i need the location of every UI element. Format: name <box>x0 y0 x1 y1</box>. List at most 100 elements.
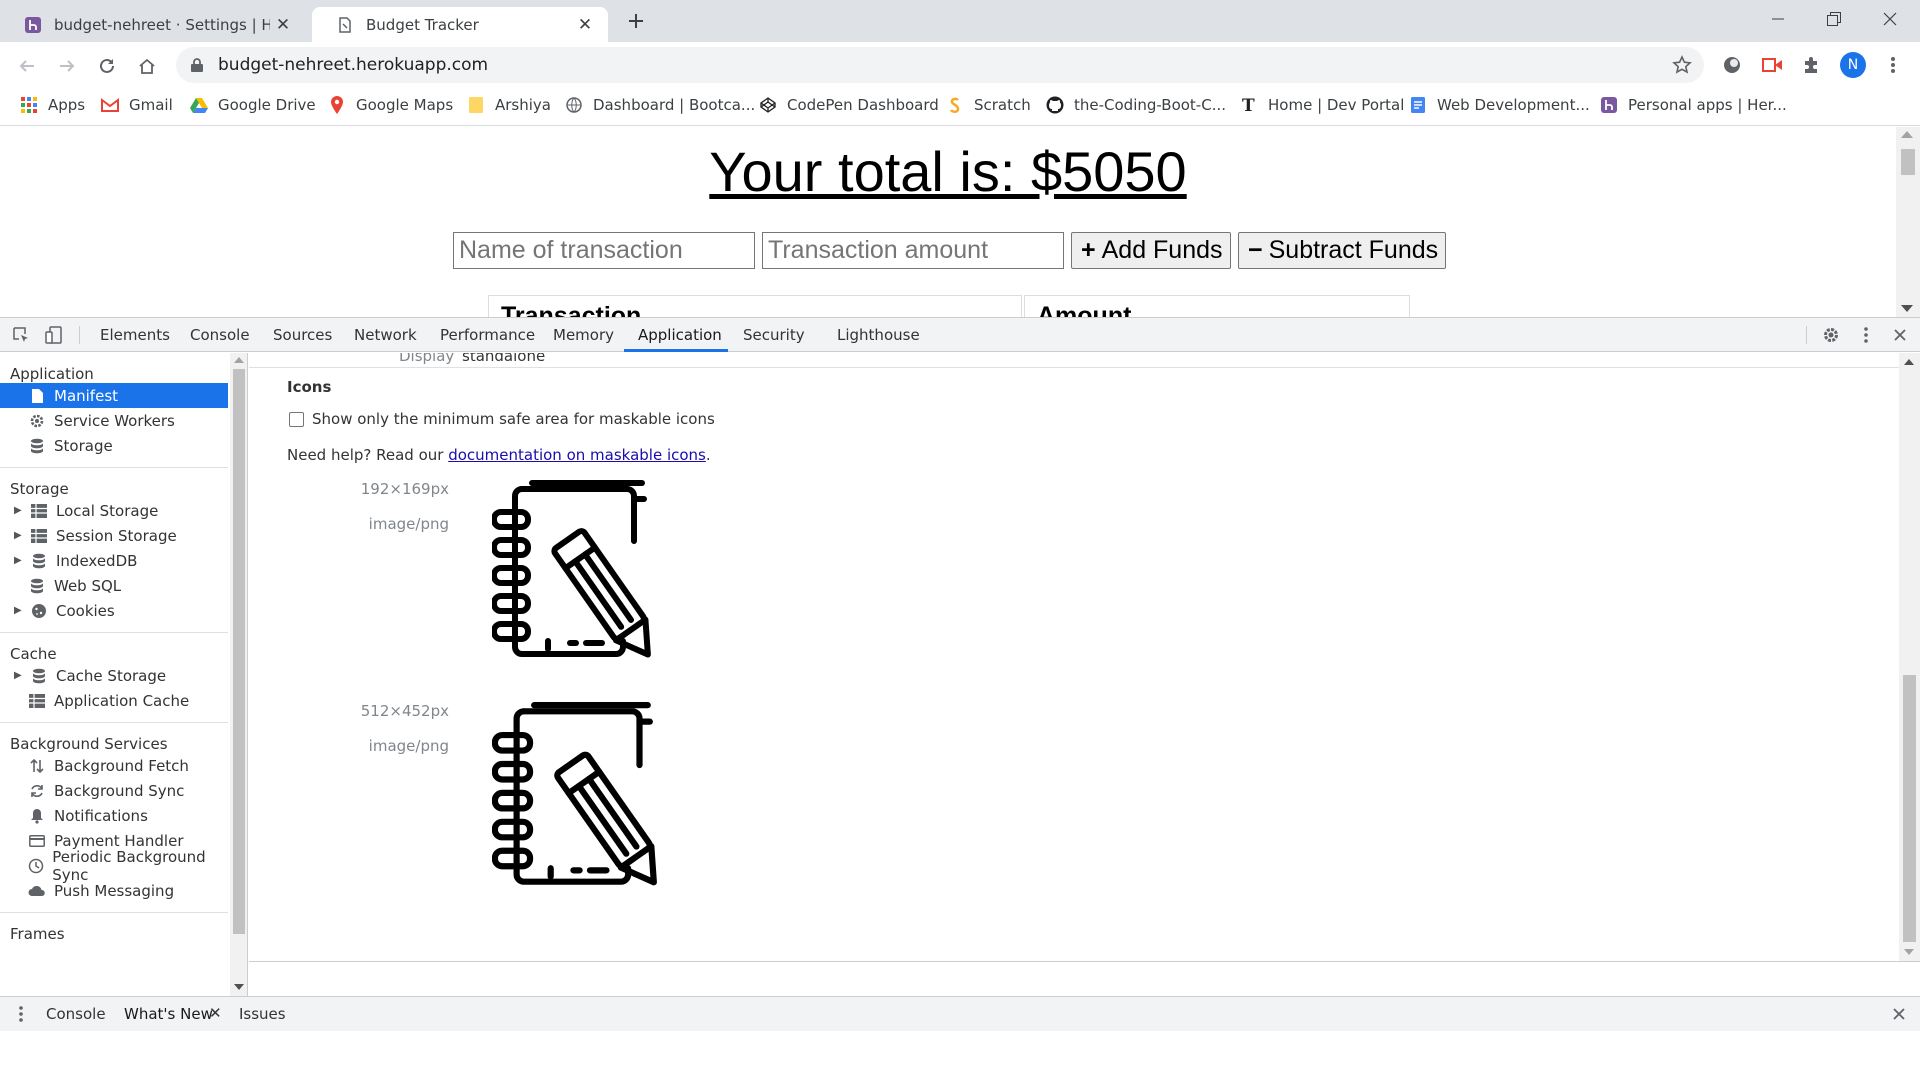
scroll-up-arrow[interactable] <box>1904 359 1914 365</box>
sidebar-item-label: Web SQL <box>54 576 122 595</box>
bookmark-scratch[interactable]: Scratch <box>946 88 1031 122</box>
manifest-scroll-thumb[interactable] <box>1903 675 1916 942</box>
back-button[interactable] <box>12 51 42 81</box>
sidebar-item-cache-storage[interactable]: ▶ Cache Storage <box>0 663 228 688</box>
transaction-name-input[interactable]: Name of transaction <box>453 232 755 269</box>
drawer-tab-whats-new[interactable]: What's New <box>124 997 213 1031</box>
bookmark-dashboard-bootcamp[interactable]: Dashboard | Bootca... <box>565 88 755 122</box>
devtools-menu-icon[interactable] <box>1855 324 1877 346</box>
inspect-element-icon[interactable] <box>10 324 32 346</box>
bookmark-web-development[interactable]: Web Development... <box>1409 88 1590 122</box>
tab-sources[interactable]: Sources <box>273 318 332 352</box>
sidebar-item-push-messaging[interactable]: Push Messaging <box>0 878 228 903</box>
extension-circle-icon[interactable] <box>1719 52 1745 78</box>
scroll-down-arrow[interactable] <box>1901 305 1913 312</box>
subtract-funds-button[interactable]: − Subtract Funds <box>1238 232 1446 269</box>
close-drawer-tab-icon[interactable]: ✕ <box>209 1004 222 1022</box>
close-drawer-icon[interactable] <box>1892 1007 1906 1021</box>
sidebar-item-periodic-background-sync[interactable]: Periodic Background Sync <box>0 848 228 884</box>
manifest-scrollbar[interactable] <box>1899 353 1920 961</box>
devtools-settings-icon[interactable] <box>1820 324 1842 346</box>
tab-console[interactable]: Console <box>190 318 250 352</box>
browser-menu-icon[interactable] <box>1880 52 1906 78</box>
sidebar-item-session-storage[interactable]: ▶ Session Storage <box>0 523 228 548</box>
maskable-docs-link[interactable]: documentation on maskable icons <box>448 446 706 464</box>
drawer-tab-console[interactable]: Console <box>46 997 106 1031</box>
page-scroll-thumb[interactable] <box>1901 149 1915 175</box>
expand-arrow-icon[interactable]: ▶ <box>14 555 28 566</box>
restore-window-button[interactable] <box>1806 0 1862 38</box>
close-tab-icon[interactable]: ✕ <box>572 12 598 38</box>
sidebar-item-manifest[interactable]: Manifest <box>0 383 228 408</box>
sidebar-item-notifications[interactable]: Notifications <box>0 803 228 828</box>
extension-screencast-icon[interactable] <box>1759 52 1785 78</box>
transaction-amount-input[interactable]: Transaction amount <box>762 232 1064 269</box>
database-icon <box>28 577 46 595</box>
bookmark-arshiya[interactable]: Arshiya <box>467 88 551 122</box>
section-divider <box>0 467 228 468</box>
database-icon <box>28 437 46 455</box>
bookmark-codepen[interactable]: CodePen Dashboard <box>759 88 939 122</box>
page-scrollbar[interactable] <box>1896 127 1920 317</box>
tab-elements[interactable]: Elements <box>100 318 170 352</box>
tab-performance[interactable]: Performance <box>440 318 535 352</box>
tab-application[interactable]: Application <box>638 318 722 352</box>
close-devtools-icon[interactable] <box>1889 324 1911 346</box>
drawer-tab-issues[interactable]: Issues <box>239 997 286 1031</box>
bookmark-star-icon[interactable] <box>1672 55 1692 75</box>
profile-avatar[interactable]: N <box>1840 52 1866 78</box>
scroll-down-arrow[interactable] <box>234 984 244 990</box>
section-divider <box>0 722 228 723</box>
bookmark-gmail[interactable]: Gmail <box>101 88 173 122</box>
add-funds-button[interactable]: + Add Funds <box>1071 232 1231 269</box>
sidebar-item-background-fetch[interactable]: Background Fetch <box>0 753 228 778</box>
expand-arrow-icon[interactable]: ▶ <box>14 505 28 516</box>
close-window-button[interactable] <box>1862 0 1918 38</box>
forward-button[interactable] <box>52 51 82 81</box>
bookmark-personal-apps[interactable]: Personal apps | Her... <box>1600 88 1787 122</box>
reload-button[interactable] <box>92 51 122 81</box>
new-tab-button[interactable] <box>622 7 650 35</box>
url-text: budget-nehreet.herokuapp.com <box>218 55 489 75</box>
sidebar-item-application-cache[interactable]: Application Cache <box>0 688 228 713</box>
minimize-window-button[interactable] <box>1750 0 1806 38</box>
maskable-checkbox-row[interactable]: Show only the minimum safe area for mask… <box>289 410 715 428</box>
sidebar-item-web-sql[interactable]: Web SQL <box>0 573 228 598</box>
sidebar-scroll-thumb[interactable] <box>233 369 245 934</box>
scroll-down-arrow[interactable] <box>1904 949 1914 955</box>
bookmark-google-maps[interactable]: Google Maps <box>328 88 453 122</box>
tab-security[interactable]: Security <box>743 318 805 352</box>
expand-arrow-icon[interactable]: ▶ <box>14 670 28 681</box>
bookmark-dev-portal[interactable]: T Home | Dev Portal <box>1240 88 1404 122</box>
maskable-checkbox[interactable] <box>289 411 304 427</box>
tab-network[interactable]: Network <box>354 318 417 352</box>
scroll-up-arrow[interactable] <box>234 357 244 363</box>
expand-arrow-icon[interactable]: ▶ <box>14 530 28 541</box>
bookmark-coding-bootcamp[interactable]: the-Coding-Boot-C... <box>1046 88 1226 122</box>
address-bar[interactable]: budget-nehreet.herokuapp.com <box>176 47 1704 83</box>
tab-lighthouse[interactable]: Lighthouse <box>837 318 920 352</box>
scroll-up-arrow[interactable] <box>1901 131 1913 138</box>
tab-memory[interactable]: Memory <box>553 318 614 352</box>
bookmark-apps[interactable]: Apps <box>20 88 85 122</box>
gear-icon <box>28 412 46 430</box>
sidebar-item-service-workers[interactable]: Service Workers <box>0 408 228 433</box>
sidebar-item-storage[interactable]: Storage <box>0 433 228 458</box>
lock-icon[interactable] <box>190 57 204 73</box>
sidebar-item-background-sync[interactable]: Background Sync <box>0 778 228 803</box>
home-button[interactable] <box>132 51 162 81</box>
sidebar-item-cookies[interactable]: ▶ Cookies <box>0 598 228 623</box>
expand-arrow-icon[interactable]: ▶ <box>14 605 28 616</box>
drawer-menu-icon[interactable] <box>18 1005 24 1023</box>
device-toolbar-icon[interactable] <box>43 324 65 346</box>
sidebar-scrollbar[interactable] <box>230 353 247 996</box>
browser-tab-heroku-settings[interactable]: budget-nehreet · Settings | Herol ✕ <box>0 7 306 42</box>
notebook-pencil-icon <box>492 480 651 658</box>
bookmark-google-drive[interactable]: Google Drive <box>190 88 316 122</box>
sidebar-item-local-storage[interactable]: ▶ Local Storage <box>0 498 228 523</box>
browser-tab-budget-tracker[interactable]: Budget Tracker ✕ <box>312 7 608 42</box>
close-tab-icon[interactable]: ✕ <box>270 12 296 38</box>
extensions-puzzle-icon[interactable] <box>1799 52 1825 78</box>
sidebar-item-indexeddb[interactable]: ▶ IndexedDB <box>0 548 228 573</box>
help-suffix: . <box>705 446 711 464</box>
